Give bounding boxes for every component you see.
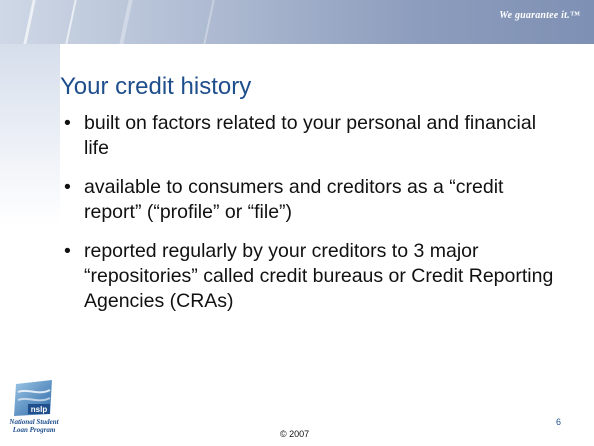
bullet-list: • built on factors related to your perso…: [62, 111, 562, 328]
bullet-item: • built on factors related to your perso…: [62, 111, 562, 161]
slide-title: Your credit history: [60, 73, 252, 100]
logo-caption: National Student Loan Program: [6, 418, 62, 434]
bullet-item: • available to consumers and creditors a…: [62, 175, 562, 225]
logo-line: National Student: [9, 418, 59, 426]
bullet-dot-icon: •: [64, 176, 71, 198]
bullet-item: • reported regularly by your creditors t…: [62, 239, 562, 314]
copyright: © 2007: [280, 429, 310, 439]
tagline: We guarantee it.™: [499, 10, 580, 21]
header-stripe: [119, 0, 133, 44]
nslp-logo: nslp National Student Loan Program: [6, 378, 62, 440]
bullet-text: reported regularly by your creditors to …: [84, 240, 554, 312]
header-stripe: [203, 0, 215, 44]
bullet-dot-icon: •: [64, 240, 71, 262]
header-band: We guarantee it.™: [0, 0, 594, 44]
nslp-logo-icon: nslp: [14, 380, 52, 416]
bullet-text: available to consumers and creditors as …: [84, 176, 504, 223]
bullet-text: built on factors related to your persona…: [84, 112, 537, 159]
header-stripe: [65, 0, 77, 44]
header-stripe: [23, 0, 36, 44]
page-number: 6: [556, 417, 562, 427]
bullet-dot-icon: •: [64, 112, 71, 134]
logo-line: Loan Program: [12, 426, 56, 434]
logo-mark: nslp: [31, 405, 48, 414]
slide: We guarantee it.™ Your credit history • …: [0, 0, 594, 446]
